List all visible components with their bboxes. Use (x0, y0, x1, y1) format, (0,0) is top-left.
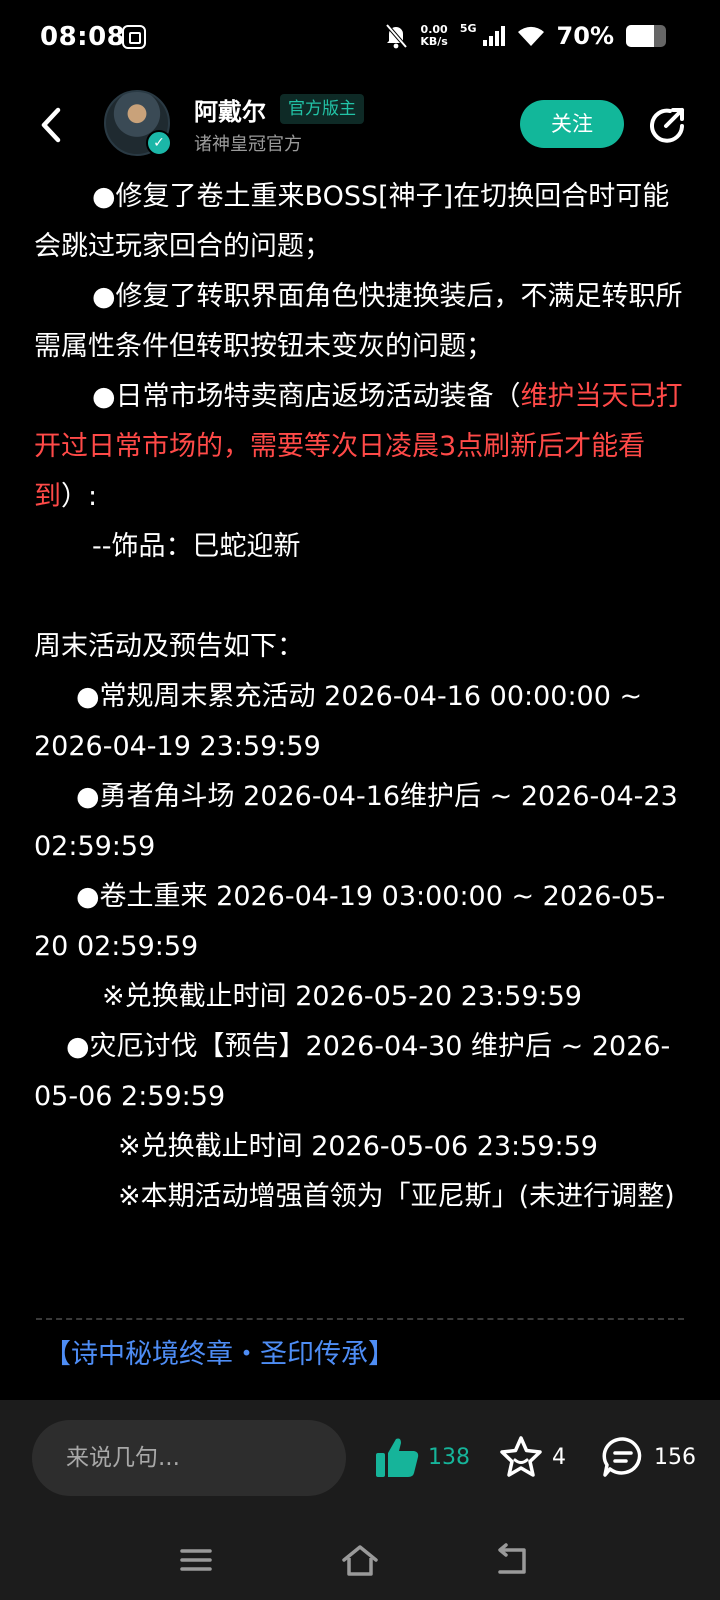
event-item: ●卷土重来 2026-04-19 03:00:00 ~ 2026-05-20 0… (34, 881, 666, 962)
share-icon[interactable] (646, 104, 688, 146)
network-speed: 0.00 KB/s (420, 23, 448, 48)
back-nav-icon[interactable] (492, 1542, 532, 1578)
home-icon[interactable] (340, 1542, 380, 1578)
author-name[interactable]: 阿戴尔 (194, 92, 266, 127)
signal-icon (482, 26, 505, 46)
shop-suffix: ）: (61, 481, 98, 512)
favorite-button[interactable]: 4 (498, 1432, 566, 1482)
battery-icon (626, 25, 666, 47)
post-content: ●修复了卷土重来BOSS[神子]在切换回合时可能会跳过玩家回合的问题； ●修复了… (34, 172, 690, 1222)
event-note: ※兑换截止时间 2026-05-06 23:59:59 (118, 1131, 598, 1162)
status-time: 08:08 (40, 22, 126, 52)
thumbs-up-icon (376, 1438, 419, 1477)
back-icon[interactable] (28, 100, 78, 150)
event-note: ※本期活动增强首领为「亚尼斯」(未进行调整) (118, 1181, 675, 1212)
fix-item-1: ●修复了卷土重来BOSS[神子]在切换回合时可能会跳过玩家回合的问题； (34, 181, 670, 262)
divider (36, 1318, 684, 1320)
wifi-icon (517, 26, 544, 46)
follow-button[interactable]: 关注 (520, 100, 624, 148)
app-notification-icon (122, 25, 146, 49)
menu-icon[interactable] (176, 1542, 216, 1578)
battery-fill (626, 25, 654, 47)
weekend-heading: 周末活动及预告如下： (34, 631, 304, 662)
mute-icon (385, 23, 408, 49)
event-item: ●灾厄讨伐【预告】2026-04-30 维护后 ~ 2026-05-06 2:5… (34, 1031, 671, 1112)
verified-icon: ✓ (146, 130, 172, 156)
status-bar: 08:08 0.00 KB/s 5G 70% (0, 0, 720, 78)
comment-button[interactable]: 156 (600, 1432, 696, 1482)
event-item: ●勇者角斗场 2026-04-16维护后 ~ 2026-04-23 02:59:… (34, 781, 678, 862)
star-icon (500, 1436, 542, 1477)
system-nav-bar (0, 1520, 720, 1600)
like-count: 138 (428, 1444, 470, 1470)
role-badge: 官方版主 (280, 94, 364, 124)
comment-icon (602, 1437, 642, 1477)
shop-accessory: --饰品：巳蛇迎新 (92, 531, 301, 562)
favorite-count: 4 (552, 1444, 566, 1470)
comment-input[interactable]: 来说几句... (32, 1420, 346, 1496)
action-bar: 来说几句... 138 4 156 (0, 1400, 720, 1520)
shop-item: ●日常市场特卖商店返场活动装备（维护当天已打开过日常市场的，需要等次日凌晨3点刷… (34, 372, 690, 522)
like-button[interactable]: 138 (374, 1432, 470, 1482)
battery-percent: 70% (556, 22, 614, 50)
post-header: ✓ 阿戴尔 官方版主 诸神皇冠官方 关注 (0, 82, 720, 172)
author-subtitle: 诸神皇冠官方 (194, 134, 302, 155)
comment-count: 156 (654, 1444, 696, 1470)
shop-prefix: ●日常市场特卖商店返场活动装备（ (92, 381, 521, 412)
fix-item-2: ●修复了转职界面角色快捷换装后，不满足转职所需属性条件但转职按钮未变灰的问题； (34, 281, 683, 362)
event-note: ※兑换截止时间 2026-05-20 23:59:59 (102, 981, 582, 1012)
network-type: 5G (459, 22, 477, 35)
section-link[interactable]: 【诗中秘境终章・圣印传承】 (44, 1330, 395, 1380)
event-item: ●常规周末累充活动 2026-04-16 00:00:00 ~ 2026-04-… (34, 681, 643, 762)
